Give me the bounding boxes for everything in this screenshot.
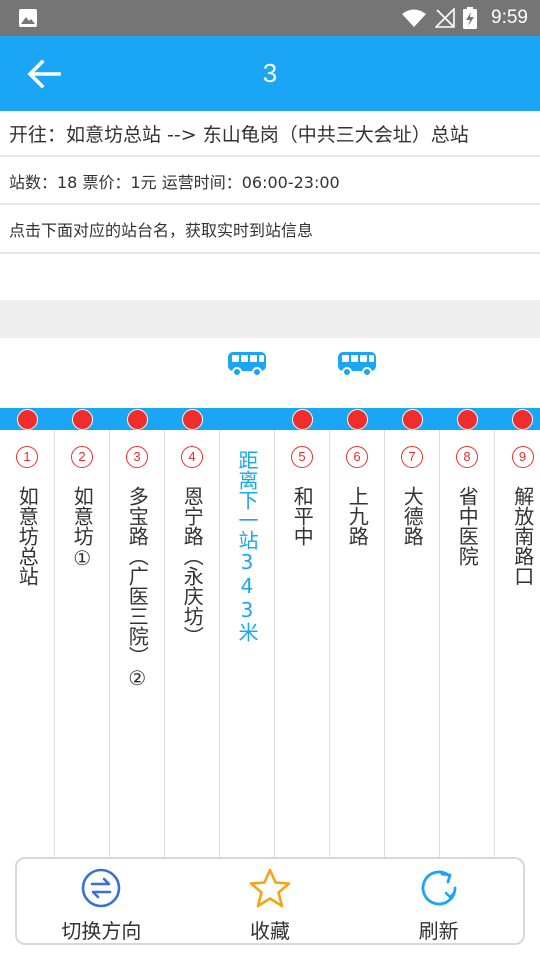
battery-charging-icon [463,7,478,29]
stop-number: 3 [126,446,148,468]
stop-name: 和平中 [290,486,315,546]
star-icon [249,868,291,908]
stop-name: 恩宁路（永庆坊） [180,486,205,646]
status-time: 9:59 [491,7,528,28]
bus-position-row [0,338,540,408]
next-stop-distance: 距离下一站343米 [235,450,259,642]
next-stop-distance-column: 距离下一站343米 [220,430,275,858]
blank-row [0,255,540,300]
stop-name: 多宝路（广医三院）② [125,486,150,690]
stop-number: 2 [71,446,93,468]
stop-number: 5 [291,446,313,468]
favorite-label: 收藏 [250,919,290,943]
route-meta: 站数：18 票价：1元 运营时间：06:00-23:00 [0,158,540,205]
stop-item[interactable]: 3 多宝路（广医三院）② [110,430,165,858]
stop-item[interactable]: 2 如意坊① [55,430,110,858]
stop-marker [182,409,203,430]
stop-name: 如意坊① [70,486,95,570]
route-direction: 开往：如意坊总站 --> 东山龟岗（中共三大会址）总站 [0,111,540,157]
stop-name: 如意坊总站 [15,486,40,586]
stop-name: 上九路 [345,486,370,546]
stop-item[interactable]: 8 省中医院 [440,430,495,858]
section-divider [0,300,540,338]
stop-item[interactable]: 9 解放南路口 [495,430,540,858]
stop-marker [402,409,423,430]
stop-marker [72,409,93,430]
route-hint: 点击下面对应的站台名，获取实时到站信息 [0,206,540,254]
switch-direction-button[interactable]: 切换方向 [17,859,186,943]
bus-icon [338,352,376,377]
stop-marker [512,409,533,430]
stop-number: 6 [346,446,368,468]
bottom-action-bar: 切换方向 收藏 刷新 [15,857,525,945]
status-bar: 9:59 [0,0,540,36]
stop-item[interactable]: 4 恩宁路（永庆坊） [165,430,220,858]
stop-item[interactable]: 7 大德路 [385,430,440,858]
page-title: 3 [262,58,278,88]
refresh-button[interactable]: 刷新 [354,859,523,943]
stop-name: 省中医院 [455,486,480,566]
stop-marker [127,409,148,430]
app-bar: 3 [0,36,540,111]
favorite-button[interactable]: 收藏 [186,859,355,943]
stop-number: 1 [16,446,38,468]
refresh-label: 刷新 [418,919,459,943]
stop-number: 4 [181,446,203,468]
stop-marker [292,409,313,430]
image-icon [19,9,37,27]
wifi-icon [402,9,427,27]
swap-direction-icon [82,868,121,908]
stop-marker [457,409,478,430]
stop-marker [17,409,38,430]
stop-item[interactable]: 1 如意坊总站 [0,430,55,858]
stop-name: 大德路 [400,486,425,546]
stop-item[interactable]: 5 和平中 [275,430,330,858]
switch-direction-label: 切换方向 [61,919,142,943]
stop-number: 8 [456,446,478,468]
bus-icon [228,352,266,377]
stop-number: 9 [511,446,534,468]
stop-item[interactable]: 6 上九路 [330,430,385,858]
stop-list: 1 如意坊总站 2 如意坊① 3 多宝路（广医三院）② 4 恩宁路（永庆坊） 距… [0,430,540,860]
signal-off-icon [435,8,455,28]
stop-number: 7 [401,446,423,468]
stop-name: 解放南路口 [510,486,535,586]
refresh-icon [421,870,457,906]
stop-marker [347,409,368,430]
